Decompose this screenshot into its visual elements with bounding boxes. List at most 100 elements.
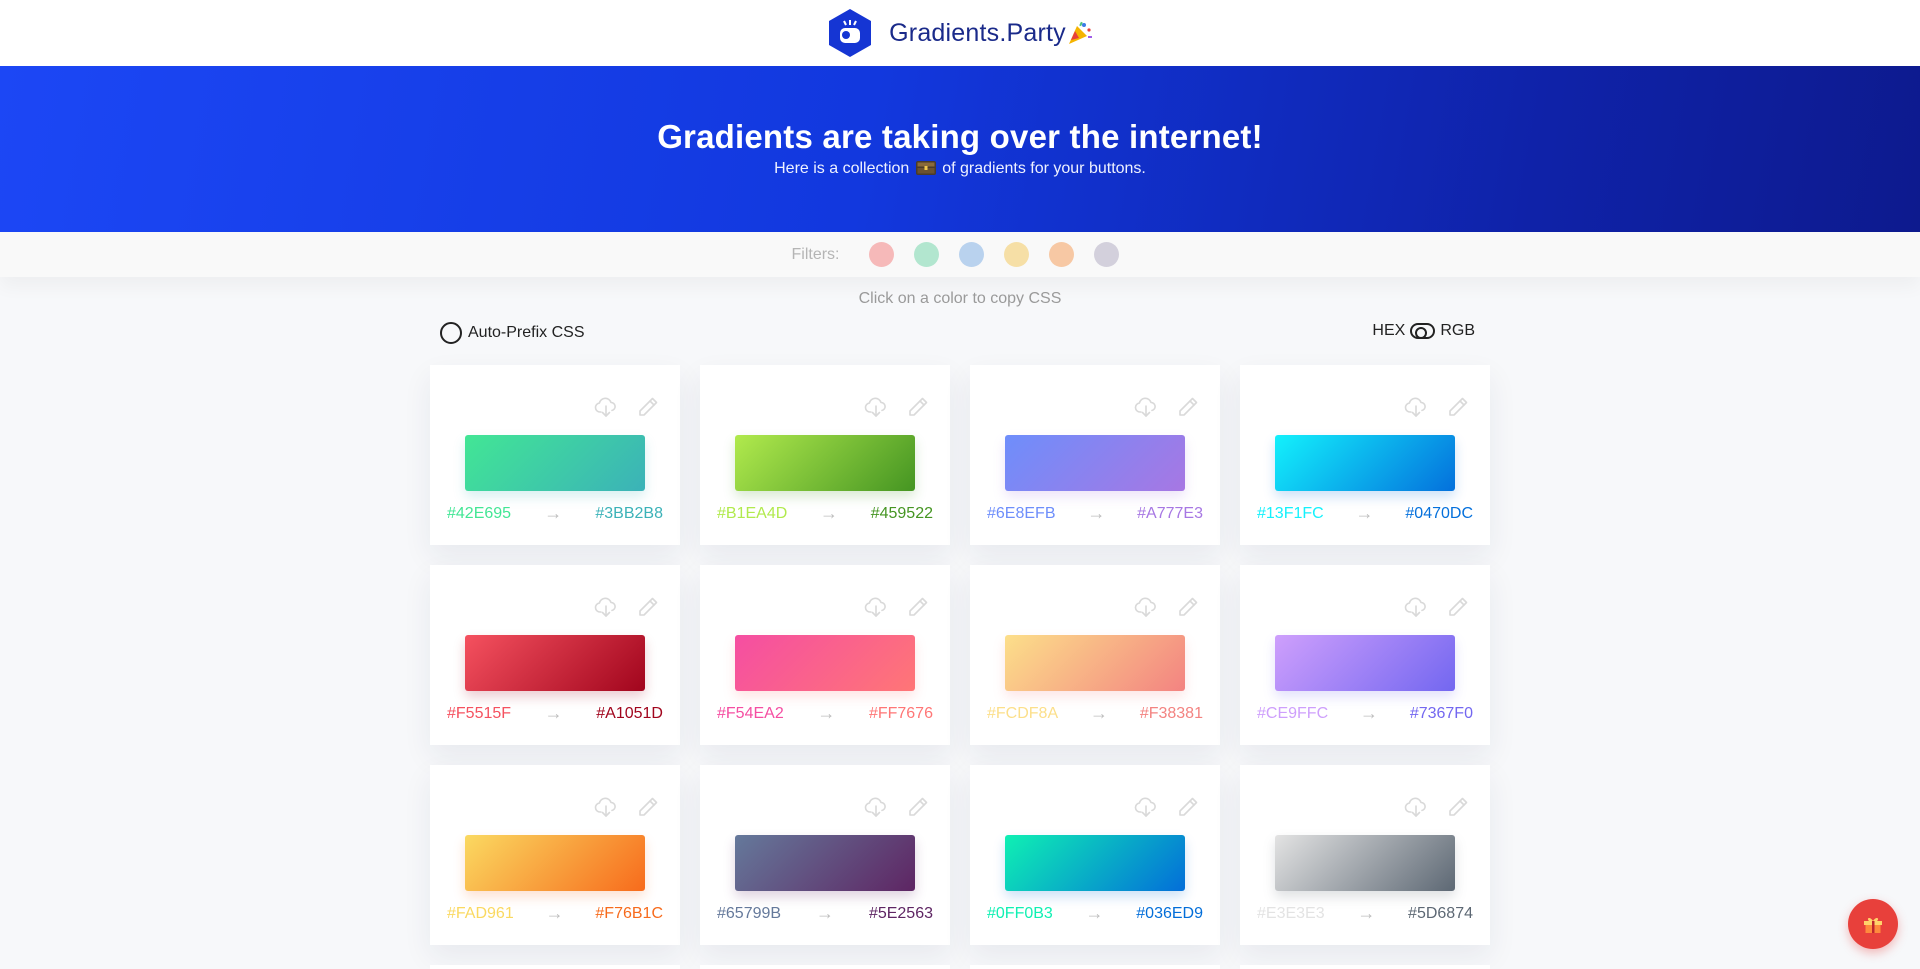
gradient-swatch[interactable] [1005,635,1185,691]
gradient-arrow: → [1085,903,1104,923]
gradient-from-code[interactable]: #6E8EFB [987,505,1055,523]
card-tools [864,795,930,819]
gradient-from-code[interactable]: #B1EA4D [717,505,787,523]
gradient-from-code[interactable]: #CE9FFC [1257,705,1328,723]
brand-text: Gradients.Party [889,18,1066,47]
filter-color-6[interactable] [1093,242,1119,267]
brand-link[interactable]: Gradients.Party [827,8,1093,58]
cloud-download-icon[interactable] [1134,395,1158,419]
pencil-icon[interactable] [636,395,660,419]
gradient-from-code[interactable]: #FAD961 [447,905,514,923]
card-tools [594,795,660,819]
gradient-swatch[interactable] [735,635,915,691]
gradient-from-code[interactable]: #42E695 [447,505,511,523]
gradient-to-code[interactable]: #3BB2B8 [595,505,663,523]
hex-rgb-switch[interactable] [1410,323,1436,339]
gradient-swatch[interactable] [1275,835,1455,891]
gradient-arrow: → [816,903,834,923]
card-tools [594,595,660,619]
gradient-swatch[interactable] [735,435,915,491]
cloud-download-icon[interactable] [864,795,888,819]
autoprefix-toggle[interactable]: Auto-Prefix CSS [440,322,584,344]
cloud-download-icon[interactable] [594,795,618,819]
pencil-icon[interactable] [636,595,660,619]
cloud-download-icon[interactable] [594,595,618,619]
copy-hint: Click on a color to copy CSS [858,290,1062,307]
gradient-from-code[interactable]: #E3E3E3 [1257,905,1325,923]
filter-color-4[interactable] [1003,242,1029,267]
cloud-download-icon[interactable] [1404,795,1428,819]
gradient-card: #F5515F → #A1051D [430,565,680,745]
gradient-card-partial [1240,965,1490,969]
gradient-to-code[interactable]: #0470DC [1405,505,1473,523]
gradient-swatch[interactable] [735,835,915,891]
pencil-icon[interactable] [1446,595,1470,619]
cloud-download-icon[interactable] [864,595,888,619]
gradient-card: #6E8EFB → #A777E3 [970,365,1220,545]
pencil-icon[interactable] [906,395,930,419]
gradient-from-code[interactable]: #FCDF8A [987,705,1058,723]
autoprefix-label: Auto-Prefix CSS [468,324,585,341]
pencil-icon[interactable] [906,595,930,619]
gradient-arrow: → [1087,503,1106,523]
card-tools [1404,595,1470,619]
gradient-to-code[interactable]: #036ED9 [1136,905,1203,923]
gradient-to-code[interactable]: #A1051D [596,705,663,723]
cloud-download-icon[interactable] [1134,595,1158,619]
gradient-to-code[interactable]: #F76B1C [595,905,663,923]
gradient-swatch[interactable] [1005,835,1185,891]
pencil-icon[interactable] [906,795,930,819]
gradient-arrow: → [1355,503,1374,523]
gradient-swatch[interactable] [465,635,645,691]
gradient-to-code[interactable]: #459522 [871,505,933,523]
autoprefix-radio[interactable] [440,322,462,344]
gradient-swatch[interactable] [465,435,645,491]
gradient-to-code[interactable]: #FF7676 [869,705,933,723]
gradient-card: #B1EA4D → #459522 [700,365,950,545]
gradient-from-code[interactable]: #0FF0B3 [987,905,1053,923]
gradient-swatch[interactable] [465,835,645,891]
gradient-arrow: → [1089,703,1108,723]
filter-color-1[interactable] [868,242,894,267]
pencil-icon[interactable] [1176,395,1200,419]
cloud-download-icon[interactable] [594,395,618,419]
cloud-download-icon[interactable] [1404,595,1428,619]
pencil-icon[interactable] [1446,395,1470,419]
pencil-icon[interactable] [1446,795,1470,819]
pencil-icon[interactable] [636,795,660,819]
gradient-to-code[interactable]: #5D6874 [1408,905,1473,923]
cloud-download-icon[interactable] [1134,795,1158,819]
gradient-arrow: → [817,703,836,723]
cloud-download-icon[interactable] [1404,395,1428,419]
gradient-card: #13F1FC → #0470DC [1240,365,1490,545]
cloud-download-icon[interactable] [864,395,888,419]
gradient-card: #CE9FFC → #7367F0 [1240,565,1490,745]
hex-label: HEX [1372,322,1406,339]
gradient-to-code[interactable]: #A777E3 [1137,505,1203,523]
gift-icon [1864,917,1882,933]
gift-button[interactable] [1848,899,1898,949]
gradient-from-code[interactable]: #65799B [717,905,781,923]
gradient-to-code[interactable]: #7367F0 [1410,705,1473,723]
gradient-from-code[interactable]: #F54EA2 [717,705,784,723]
party-tv-hexagon-icon [827,8,873,58]
filter-color-3[interactable] [958,242,984,267]
gradient-codes: #F54EA2 → #FF7676 [717,703,933,724]
gradient-swatch[interactable] [1275,435,1455,491]
gradient-from-code[interactable]: #13F1FC [1257,505,1324,523]
gradient-to-code[interactable]: #F38381 [1140,705,1203,723]
gradient-codes: #F5515F → #A1051D [447,703,663,724]
gradient-codes: #65799B → #5E2563 [717,903,933,924]
card-tools [1134,395,1200,419]
gradient-swatch[interactable] [1275,635,1455,691]
gradient-from-code[interactable]: #F5515F [447,705,511,723]
pencil-icon[interactable] [1176,795,1200,819]
gradient-to-code[interactable]: #5E2563 [869,905,933,923]
filter-color-2[interactable] [913,242,939,267]
pencil-icon[interactable] [1176,595,1200,619]
gradient-codes: #6E8EFB → #A777E3 [987,503,1203,524]
gradient-swatch[interactable] [1005,435,1185,491]
brand-name: Gradients.Party [889,19,1093,48]
filter-color-5[interactable] [1048,242,1074,267]
card-tools [594,395,660,419]
